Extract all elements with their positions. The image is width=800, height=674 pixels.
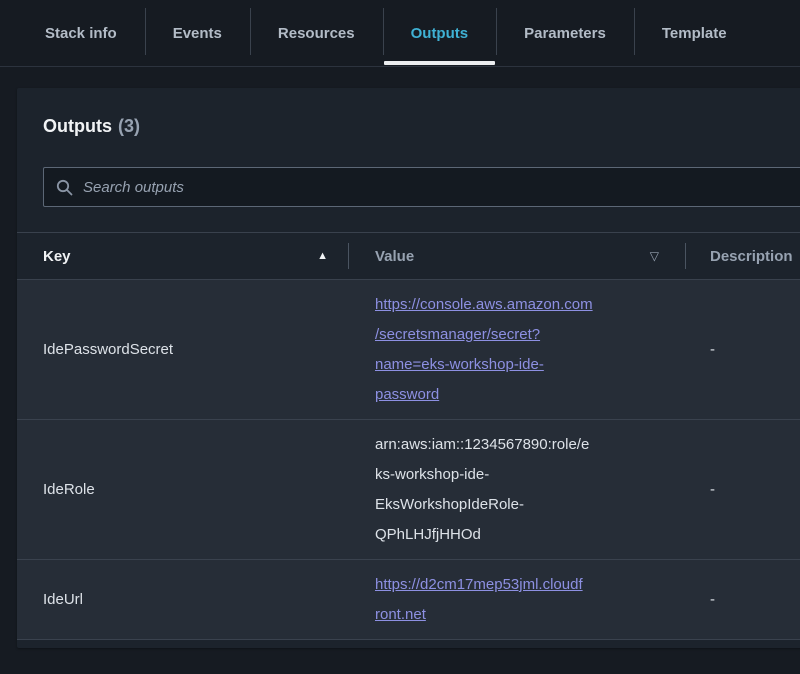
search-outputs-box <box>43 167 800 207</box>
cloudformation-stack-detail-screen: Stack info Events Resources Outputs Para… <box>0 0 800 674</box>
tab-stack-info[interactable]: Stack info <box>17 0 145 66</box>
sort-ascending-icon: ▲ <box>317 251 328 262</box>
output-description: - <box>685 560 800 639</box>
table-row: IdeUrl https://d2cm17mep53jml.cloudf ron… <box>17 560 800 640</box>
output-value-cell: https://console.aws.amazon.com /secretsm… <box>348 280 685 419</box>
outputs-table-body: IdePasswordSecret https://console.aws.am… <box>17 280 800 640</box>
output-value-cell: arn:aws:iam::1234567890:role/e ks-worksh… <box>348 420 685 559</box>
column-header-description[interactable]: Description <box>685 233 800 279</box>
tab-parameters[interactable]: Parameters <box>496 0 634 66</box>
stack-tab-bar: Stack info Events Resources Outputs Para… <box>0 0 800 67</box>
tab-events[interactable]: Events <box>145 0 250 66</box>
tab-resources[interactable]: Resources <box>250 0 383 66</box>
value-line: https://console.aws.amazon.com <box>375 290 593 320</box>
output-description: - <box>685 420 800 559</box>
tab-outputs[interactable]: Outputs <box>383 0 497 66</box>
column-header-value-label: Value <box>375 248 414 265</box>
table-row: IdeRole arn:aws:iam::1234567890:role/e k… <box>17 420 800 560</box>
output-value-text: arn:aws:iam::1234567890:role/e ks-worksh… <box>375 430 589 550</box>
outputs-panel-header: Outputs (3) <box>17 88 800 233</box>
panel-title-text: Outputs <box>43 116 112 136</box>
column-header-value[interactable]: Value ▽ <box>348 233 685 279</box>
value-line: EksWorkshopIdeRole- <box>375 490 589 520</box>
outputs-table-header: Key ▲ Value ▽ Description <box>17 233 800 280</box>
outputs-count: (3) <box>118 116 140 136</box>
search-icon <box>56 179 73 196</box>
value-line: https://d2cm17mep53jml.cloudf <box>375 570 583 600</box>
output-key: IdeRole <box>17 420 348 559</box>
search-outputs-input[interactable] <box>83 179 791 196</box>
column-header-key[interactable]: Key ▲ <box>17 233 348 279</box>
output-description: - <box>685 280 800 419</box>
output-key: IdeUrl <box>17 560 348 639</box>
value-line: arn:aws:iam::1234567890:role/e <box>375 430 589 460</box>
value-line: ks-workshop-ide- <box>375 460 589 490</box>
panel-title: Outputs (3) <box>43 114 800 139</box>
output-value-cell: https://d2cm17mep53jml.cloudf ront.net <box>348 560 685 639</box>
output-key: IdePasswordSecret <box>17 280 348 419</box>
table-row: IdePasswordSecret https://console.aws.am… <box>17 280 800 420</box>
outputs-panel: Outputs (3) Key ▲ Value ▽ Description <box>17 88 800 648</box>
value-line: name=eks-workshop-ide- <box>375 350 593 380</box>
column-header-key-label: Key <box>43 248 71 265</box>
sort-inactive-icon: ▽ <box>650 250 659 262</box>
value-line: /secretsmanager/secret? <box>375 320 593 350</box>
column-header-description-label: Description <box>710 248 793 265</box>
value-line: password <box>375 380 593 410</box>
value-line: QPhLHJfjHHOd <box>375 520 589 550</box>
output-value-link[interactable]: https://console.aws.amazon.com /secretsm… <box>375 290 593 410</box>
value-line: ront.net <box>375 600 583 630</box>
tab-template[interactable]: Template <box>634 0 755 66</box>
output-value-link[interactable]: https://d2cm17mep53jml.cloudf ront.net <box>375 570 583 630</box>
